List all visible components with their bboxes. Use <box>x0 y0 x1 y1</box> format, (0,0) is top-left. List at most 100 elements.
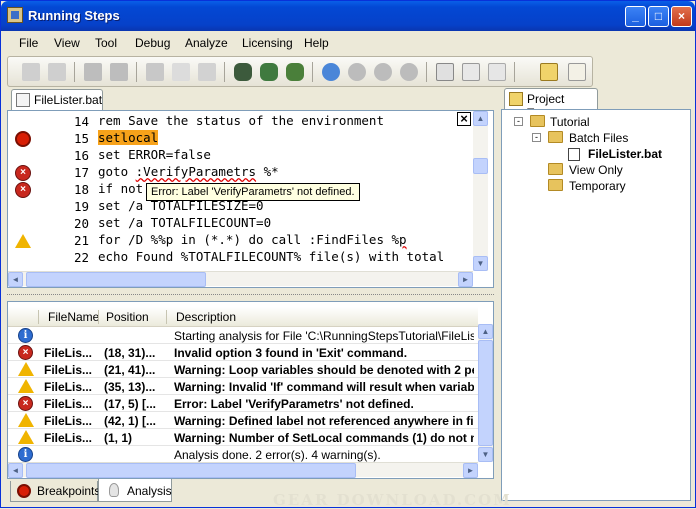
line-number: 15 <box>73 131 89 146</box>
analysis-hscroll[interactable]: ◄ ► <box>8 462 478 478</box>
scroll-left-icon[interactable]: ◄ <box>8 463 23 478</box>
undo-icon[interactable] <box>22 63 40 81</box>
code-line: for /D %%p in (*.*) do call :FindFiles %… <box>98 232 407 247</box>
cell-filename: FileLis... <box>44 380 93 394</box>
menu-help[interactable]: Help <box>304 36 329 50</box>
tab-filelister-label: FileLister.bat <box>34 93 103 107</box>
analysis-header: FileName Position Description <box>8 307 478 327</box>
editor-gutter: × × 14 15 16 17 18 19 20 21 22 <box>9 112 99 272</box>
scroll-up-icon[interactable]: ▲ <box>473 111 488 126</box>
step-into-icon[interactable] <box>348 63 366 81</box>
tab-project-tree[interactable]: Project Tree <box>504 88 598 120</box>
scroll-thumb[interactable] <box>473 158 488 174</box>
scroll-thumb[interactable] <box>26 272 206 287</box>
close-button[interactable]: × <box>671 6 692 27</box>
table-row[interactable]: FileLis... (42, 1) [... Warning: Defined… <box>8 412 478 429</box>
find-next-icon[interactable] <box>260 63 278 81</box>
lightbulb-icon <box>109 483 119 497</box>
table-row[interactable]: i Analysis done. 2 error(s). 4 warning(s… <box>8 446 478 463</box>
code-line: set /a TOTALFILECOUNT=0 <box>98 215 272 230</box>
table-row[interactable]: FileLis... (1, 1) Warning: Number of Set… <box>8 429 478 446</box>
code-line: if not <box>98 181 144 196</box>
cell-description: Starting analysis for File 'C:\RunningSt… <box>174 329 474 343</box>
file-icon <box>16 93 30 107</box>
minimize-button[interactable]: _ <box>625 6 646 27</box>
indent-icon[interactable] <box>436 63 454 81</box>
properties-icon[interactable] <box>568 63 586 81</box>
copy-icon[interactable] <box>172 63 190 81</box>
scroll-down-icon[interactable]: ▼ <box>473 256 488 271</box>
cut-icon[interactable] <box>146 63 164 81</box>
menu-debug[interactable]: Debug <box>135 36 170 50</box>
table-row[interactable]: i Starting analysis for File 'C:\Running… <box>8 327 478 344</box>
info-icon: i <box>18 328 33 343</box>
code-line: set ERROR=false <box>98 147 211 162</box>
editor-vscroll[interactable]: ▲ ▼ <box>473 111 488 271</box>
replace-icon[interactable] <box>286 63 304 81</box>
menu-tool[interactable]: Tool <box>95 36 117 50</box>
table-row[interactable]: FileLis... (35, 13)... Warning: Invalid … <box>8 378 478 395</box>
folder-icon <box>530 115 545 127</box>
scroll-up-icon[interactable]: ▲ <box>478 324 493 339</box>
title-bar[interactable]: Running Steps _ □ × <box>1 1 695 31</box>
menu-licensing[interactable]: Licensing <box>242 36 293 50</box>
column-position[interactable]: Position <box>106 310 149 324</box>
binoculars-icon[interactable] <box>234 63 252 81</box>
pane-splitter[interactable] <box>7 294 494 296</box>
cell-position: (17, 5) [... <box>104 397 157 411</box>
scroll-thumb[interactable] <box>478 340 493 446</box>
save-icon[interactable] <box>84 63 102 81</box>
table-row[interactable]: × FileLis... (18, 31)... Invalid option … <box>8 344 478 361</box>
line-number: 21 <box>73 233 89 248</box>
scroll-right-icon[interactable]: ► <box>458 272 473 287</box>
cell-position: (1, 1) <box>104 431 133 445</box>
paste-icon[interactable] <box>198 63 216 81</box>
toolbar <box>7 56 593 87</box>
menu-analyze[interactable]: Analyze <box>185 36 228 50</box>
comment-icon[interactable] <box>488 63 506 81</box>
tree-item-temporary[interactable]: Temporary <box>569 179 626 193</box>
project-tree[interactable]: - Tutorial - Batch Files FileLister.bat … <box>501 109 691 501</box>
maximize-button[interactable]: □ <box>648 6 669 27</box>
close-editor-button[interactable]: × <box>457 112 471 126</box>
run-icon[interactable] <box>322 63 340 81</box>
menu-bar: File View Tool Debug Analyze Licensing H… <box>2 31 694 54</box>
tree-item-view-only[interactable]: View Only <box>569 163 623 177</box>
table-row[interactable]: × FileLis... (17, 5) [... Error: Label '… <box>8 395 478 412</box>
outdent-icon[interactable] <box>462 63 480 81</box>
column-filename[interactable]: FileName <box>48 310 99 324</box>
menu-view[interactable]: View <box>54 36 80 50</box>
tab-filelister[interactable]: FileLister.bat <box>11 89 103 111</box>
tab-breakpoints[interactable]: Breakpoints <box>10 481 100 502</box>
analysis-vscroll[interactable]: ▲ ▼ <box>478 324 493 462</box>
tree-item-tutorial[interactable]: Tutorial <box>550 115 590 129</box>
editor-hscroll[interactable]: ◄ ► <box>8 271 473 287</box>
menu-file[interactable]: File <box>19 36 38 50</box>
analysis-pane: FileName Position Description i Starting… <box>7 301 494 479</box>
collapse-icon[interactable]: - <box>532 133 541 142</box>
line-number: 19 <box>73 199 89 214</box>
error-tooltip: Error: Label 'VerifyParametrs' not defin… <box>146 183 360 201</box>
cell-filename: FileLis... <box>44 346 93 360</box>
code-editor[interactable]: × × 14 15 16 17 18 19 20 21 22 rem Save … <box>7 110 494 288</box>
scroll-right-icon[interactable]: ► <box>463 463 478 478</box>
new-project-icon[interactable] <box>540 63 558 81</box>
cell-description: Warning: Defined label not referenced an… <box>174 414 474 428</box>
info-icon: i <box>18 447 33 462</box>
scroll-left-icon[interactable]: ◄ <box>8 272 23 287</box>
column-description[interactable]: Description <box>176 310 236 324</box>
step-over-icon[interactable] <box>374 63 392 81</box>
stop-icon[interactable] <box>400 63 418 81</box>
collapse-icon[interactable]: - <box>514 117 523 126</box>
tree-item-batch-files[interactable]: Batch Files <box>569 131 628 145</box>
cell-filename: FileLis... <box>44 397 93 411</box>
tab-analysis[interactable]: Analysis <box>98 479 172 502</box>
cell-position: (21, 41)... <box>104 363 156 377</box>
tree-item-filelister[interactable]: FileLister.bat <box>588 147 662 161</box>
redo-icon[interactable] <box>48 63 66 81</box>
scroll-down-icon[interactable]: ▼ <box>478 447 493 462</box>
scroll-thumb[interactable] <box>26 463 356 478</box>
error-icon: × <box>18 396 33 411</box>
save-all-icon[interactable] <box>110 63 128 81</box>
table-row[interactable]: FileLis... (21, 41)... Warning: Loop var… <box>8 361 478 378</box>
